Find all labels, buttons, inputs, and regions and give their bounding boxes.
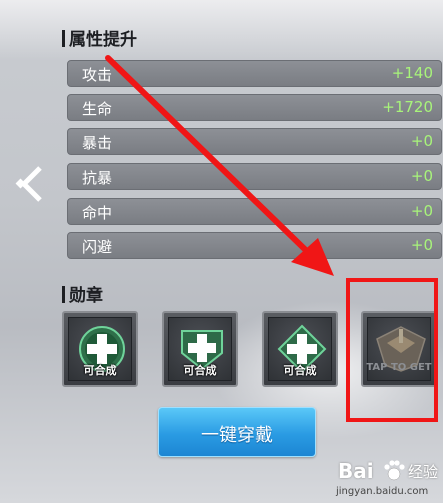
watermark-brand: Bai xyxy=(338,459,374,483)
paw-icon xyxy=(384,460,405,481)
watermark-brand-cn: 经验 xyxy=(408,463,439,481)
annotation-arrow-icon xyxy=(105,55,334,276)
baidu-jingyan-watermark: Bai 经验 jingyan.baidu.com xyxy=(334,455,442,501)
annotation-highlight-box xyxy=(346,278,438,422)
watermark-url: jingyan.baidu.com xyxy=(336,486,429,497)
